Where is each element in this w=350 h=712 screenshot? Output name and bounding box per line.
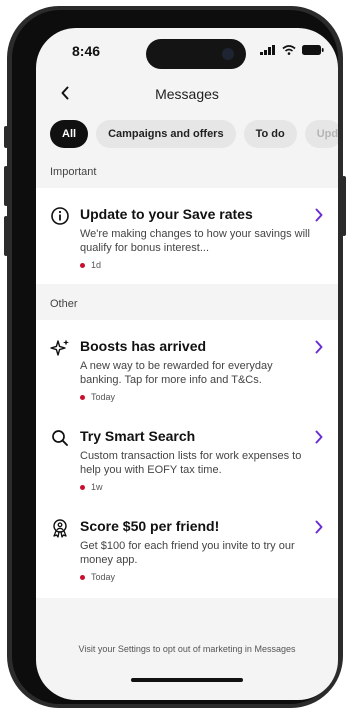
referral-icon [53,519,67,538]
wifi-icon [282,45,296,55]
unread-dot [80,574,85,580]
unread-dot [80,484,85,490]
chevron-right-icon [315,340,323,354]
message-title: Boosts has arrived [80,338,207,354]
status-bar: 8:46 [36,28,338,76]
battery-icon [302,45,324,55]
chip-all[interactable]: All [50,120,89,148]
status-icons [260,45,324,55]
search-icon [52,430,68,446]
message-time: 1d [91,260,102,270]
chevron-right-icon [315,520,323,534]
message-meta: 1d [80,260,101,270]
signal-icon [260,45,275,55]
message-title: Score $50 per friend! [80,518,220,534]
status-time: 8:46 [72,43,101,59]
page-title: Messages [155,86,219,102]
chip-updates[interactable]: Upd [304,120,338,148]
section-other-label: Other [50,298,78,310]
message-title: Try Smart Search [80,428,196,444]
message-time: Today [91,392,116,402]
message-meta: Today [80,572,115,582]
message-body: A new way to be rewarded for everyday ba… [80,360,273,386]
side-button [4,126,8,148]
message-body: We're making changes to how your savings… [80,228,310,254]
volume-down-button [4,216,8,256]
message-body: Get $100 for each friend you invite to t… [80,540,295,566]
message-title: Update to your Save rates [80,206,253,222]
camera-icon [222,48,234,60]
message-time: 1w [91,482,103,492]
message-meta: Today [80,392,115,402]
message-meta: 1w [80,482,103,492]
home-indicator[interactable] [131,678,243,682]
message-card-important: Update to your Save rates We're making c… [36,188,338,284]
app-screen: 8:46 Messages All Campaigns and offers T… [36,28,338,700]
dynamic-island [146,39,246,69]
sparkle-icon [50,339,69,356]
section-important-label: Important [50,166,97,178]
filter-chips: All Campaigns and offers To do Upd [50,120,338,148]
chip-to-do[interactable]: To do [243,120,297,148]
volume-up-button [4,166,8,206]
marketing-opt-out-note: Visit your Settings to opt out of market… [78,644,296,654]
info-icon [51,207,69,225]
chevron-right-icon [315,430,323,444]
message-time: Today [91,572,116,582]
unread-dot [80,394,85,400]
chevron-right-icon [315,208,323,222]
power-button [342,176,346,236]
unread-dot [80,262,85,268]
message-card-other: Boosts has arrived A new way to be rewar… [36,320,338,598]
top-nav: Messages [36,76,338,112]
message-body: Custom transaction lists for work expens… [80,450,302,476]
chip-campaigns-offers[interactable]: Campaigns and offers [96,120,236,148]
